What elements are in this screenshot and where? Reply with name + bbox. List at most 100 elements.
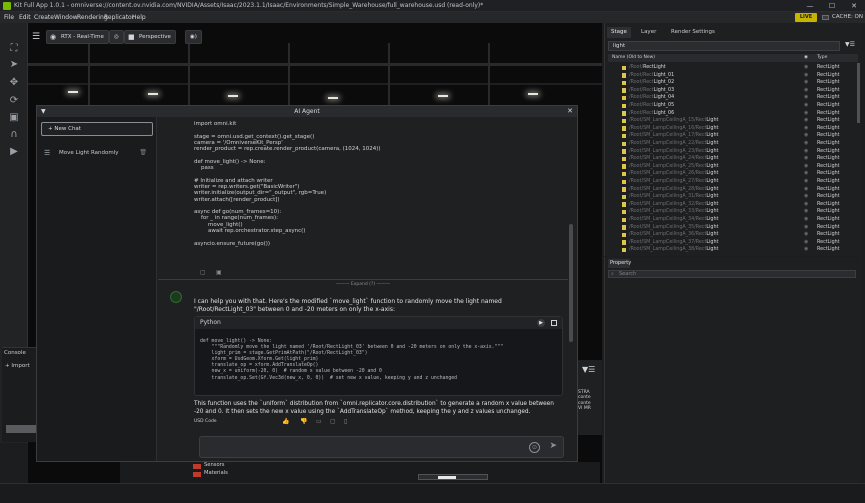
new-chat-button[interactable]: + New Chat [41, 122, 153, 136]
cache-status[interactable]: CACHE: ON [832, 12, 863, 23]
copy-icon[interactable]: ▢ [200, 269, 206, 276]
menu-window[interactable]: Window [54, 12, 78, 23]
close-icon[interactable]: ✕ [567, 106, 573, 117]
conversation-scrollbar[interactable] [569, 224, 573, 342]
play-icon[interactable]: ▶ [8, 146, 20, 158]
stage-row[interactable]: /Root/SM_LampCeilingA_27/RectLight ◉ RectL… [608, 178, 858, 186]
menu-help[interactable]: Help [132, 12, 146, 23]
scale-tool-icon[interactable]: ▣ [8, 112, 20, 124]
run-icon[interactable]: ▶ [537, 319, 545, 327]
live-badge[interactable]: LIVE [795, 13, 817, 22]
menu-file[interactable]: File [4, 12, 14, 23]
visibility-icon[interactable]: ◉ [804, 94, 808, 102]
stage-row[interactable]: /Root/SM_LampCeilingA_24/RectLight ◉ RectL… [608, 155, 858, 163]
stage-row[interactable]: /Root/RectLight ◉ RectLight [608, 64, 858, 72]
copy-code-icon[interactable] [551, 320, 557, 326]
menu-edit[interactable]: Edit [19, 12, 31, 23]
chat-item[interactable]: ☰ Move Light Randomly 🗑 [41, 147, 153, 159]
visibility-icon[interactable]: ◉ [804, 64, 808, 72]
delete-icon[interactable]: 🗑 [139, 147, 147, 159]
camera-button[interactable]: ■ Perspective [124, 30, 176, 44]
tree-item-sensors[interactable]: Sensors [204, 462, 224, 468]
audio-icon[interactable]: ◉) [185, 30, 202, 44]
visibility-icon[interactable]: ◉ [804, 148, 808, 156]
stage-row[interactable]: /Root/SM_LampCeilingA_38/RectLight ◉ RectL… [608, 246, 858, 254]
tab-layer[interactable]: Layer [637, 27, 660, 38]
visibility-icon[interactable]: ◉ [804, 117, 808, 125]
menu-replicator[interactable]: Replicator [104, 12, 134, 23]
stage-row[interactable]: /Root/RectLight_05 ◉ RectLight [608, 102, 858, 110]
comment-icon[interactable]: ▭ [316, 418, 322, 425]
stage-row[interactable]: /Root/SM_LampCeilingA_34/RectLight ◉ RectL… [608, 216, 858, 224]
visibility-icon[interactable]: ◉ [804, 87, 808, 95]
property-search-input[interactable]: ⌕ Search [608, 270, 856, 278]
stage-row[interactable]: /Root/RectLight_04 ◉ RectLight [608, 94, 858, 102]
visibility-icon[interactable]: ◉ [804, 178, 808, 186]
pointer-tool-icon[interactable]: ➤ [8, 59, 20, 71]
minimize-button[interactable]: — [801, 0, 819, 12]
tree-item-materials[interactable]: Materials [204, 470, 228, 476]
stage-row[interactable]: /Root/SM_LampCeilingA_26/RectLight ◉ RectL… [608, 170, 858, 178]
console-tab[interactable]: Console [4, 350, 26, 356]
col-type[interactable]: Type [817, 54, 827, 62]
visibility-icon[interactable]: ◉ [804, 125, 808, 133]
stage-row[interactable]: /Root/RectLight_03 ◉ RectLight [608, 87, 858, 95]
render-mode-button[interactable]: ◉ RTX - Real-Time [46, 30, 109, 44]
visibility-icon[interactable]: ◉ [804, 79, 808, 87]
visibility-icon[interactable]: ◉ [804, 155, 808, 163]
settings-icon[interactable]: ☰ [32, 30, 42, 44]
visibility-icon[interactable]: ◉ [804, 110, 808, 118]
visibility-icon[interactable]: ◉ [804, 246, 808, 254]
eye-icon[interactable]: ◎ [109, 30, 124, 44]
stage-row[interactable]: /Root/SM_LampCeilingA_28/RectLight ◉ RectL… [608, 186, 858, 194]
filter-icon[interactable]: ▼☰ [845, 41, 855, 48]
attach-icon[interactable]: ⊙ [529, 442, 540, 453]
tab-property[interactable]: Property [608, 259, 631, 268]
visibility-icon[interactable]: ◉ [804, 216, 808, 224]
agent-title-bar[interactable]: ▼ AI Agent ✕ [37, 106, 577, 117]
stage-row[interactable]: /Root/RectLight_01 ◉ RectLight [608, 72, 858, 80]
move-tool-icon[interactable]: ✥ [8, 77, 20, 89]
expand-toggle[interactable]: ——— Expand (?) ——— [158, 279, 568, 289]
stage-row[interactable]: /Root/SM_LampCeilingA_33/RectLight ◉ RectL… [608, 208, 858, 216]
visibility-icon[interactable]: ◉ [804, 170, 808, 178]
stage-row[interactable]: /Root/SM_LampCeilingA_35/RectLight ◉ RectL… [608, 224, 858, 232]
visibility-icon[interactable]: ◉ [804, 193, 808, 201]
stage-row[interactable]: /Root/SM_LampCeilingA_23/RectLight ◉ RectL… [608, 148, 858, 156]
console-scrollbar[interactable] [6, 425, 36, 433]
tab-render-settings[interactable]: Render Settings [667, 27, 719, 38]
snap-tool-icon[interactable]: ∩ [8, 129, 20, 141]
copy-reply-icon[interactable]: ▢ [330, 418, 336, 425]
stage-row[interactable]: /Root/SM_LampCeilingA_37/RectLight ◉ RectL… [608, 239, 858, 247]
stage-row[interactable]: /Root/SM_LampCeilingA_22/RectLight ◉ RectL… [608, 140, 858, 148]
select-tool-icon[interactable]: ⛶ [8, 43, 20, 55]
col-name[interactable]: Name (Old to New) [612, 54, 655, 62]
visibility-icon[interactable]: ◉ [804, 208, 808, 216]
insert-icon[interactable]: ▣ [216, 269, 222, 276]
collapse-icon[interactable]: ▼ [41, 106, 46, 117]
visibility-icon[interactable]: ◉ [804, 132, 808, 140]
stage-row[interactable]: /Root/SM_LampCeilingA_17/RectLight ◉ RectL… [608, 132, 858, 140]
visibility-icon[interactable]: ◉ [804, 201, 808, 209]
stage-search-input[interactable]: light [608, 41, 840, 51]
filter-icon[interactable]: ▼☰ [582, 365, 595, 374]
clipboard-icon[interactable]: ▯ [344, 418, 347, 425]
thumbs-up-icon[interactable]: 👍 [282, 418, 289, 425]
visibility-icon[interactable]: ◉ [804, 224, 808, 232]
visibility-icon[interactable]: ◉ [804, 102, 808, 110]
scrollbar-thumb[interactable] [438, 476, 456, 479]
tab-stage[interactable]: Stage [607, 27, 631, 38]
stage-row[interactable]: /Root/RectLight_06 ◉ RectLight [608, 110, 858, 118]
visibility-icon[interactable]: ◉ [804, 72, 808, 80]
maximize-button[interactable]: ☐ [823, 0, 841, 12]
close-button[interactable]: ✕ [845, 0, 863, 12]
stage-row[interactable]: /Root/SM_LampCeilingA_25/RectLight ◉ RectL… [608, 163, 858, 171]
stage-row[interactable]: /Root/SM_LampCeilingA_36/RectLight ◉ RectL… [608, 231, 858, 239]
import-button[interactable]: + Import [5, 363, 30, 369]
visibility-icon[interactable]: ◉ [804, 231, 808, 239]
visibility-icon[interactable]: ◉ [804, 186, 808, 194]
stage-row[interactable]: /Root/SM_LampCeilingA_16/RectLight ◉ RectL… [608, 125, 858, 133]
cache-toggle-icon[interactable] [822, 15, 829, 20]
stage-row[interactable]: /Root/SM_LampCeilingA_31/RectLight ◉ RectL… [608, 193, 858, 201]
visibility-icon[interactable]: ◉ [804, 140, 808, 148]
